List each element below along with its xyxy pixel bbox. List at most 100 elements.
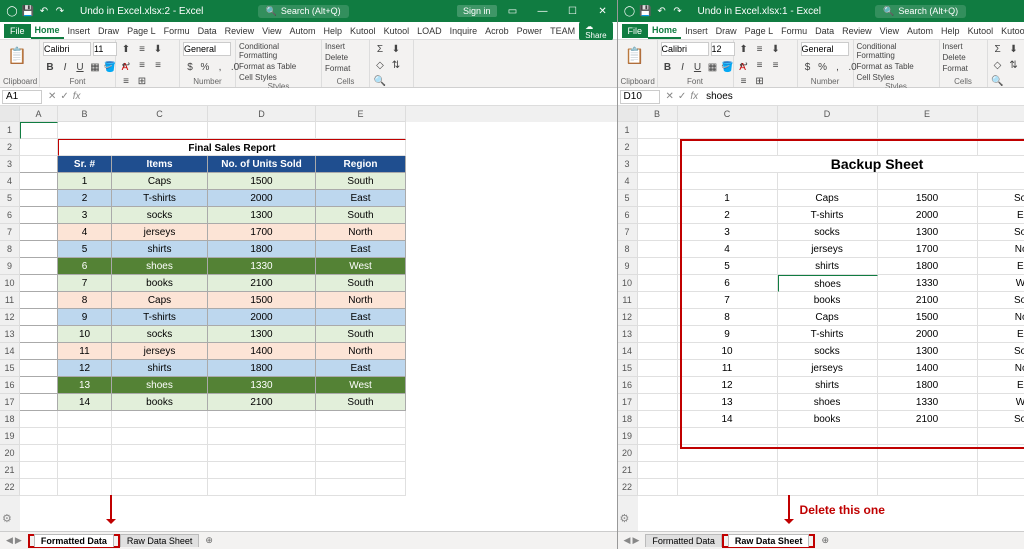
cell[interactable]: [208, 445, 316, 462]
cell[interactable]: [638, 190, 678, 207]
table-cell[interactable]: South: [978, 190, 1024, 207]
cell[interactable]: [112, 479, 208, 496]
table-cell[interactable]: shirts: [778, 377, 878, 394]
table-cell[interactable]: T-shirts: [112, 309, 208, 326]
enter-fx-icon[interactable]: ✓: [678, 91, 686, 102]
italic-button[interactable]: I: [676, 60, 690, 74]
table-cell[interactable]: 11: [678, 360, 778, 377]
cell[interactable]: [20, 428, 58, 445]
save-icon[interactable]: 💾: [22, 5, 34, 17]
col-header[interactable]: C: [678, 106, 778, 122]
row-header[interactable]: 6: [618, 207, 638, 224]
sheet-tab-raw[interactable]: Raw Data Sheet: [120, 534, 200, 547]
cell[interactable]: [20, 360, 58, 377]
table-cell[interactable]: West: [978, 394, 1024, 411]
table-cell[interactable]: 1500: [878, 309, 978, 326]
cell-styles-button[interactable]: Cell Styles: [857, 73, 895, 82]
cell[interactable]: [20, 224, 58, 241]
save-icon[interactable]: 💾: [640, 5, 652, 17]
col-header[interactable]: E: [316, 106, 406, 122]
cell[interactable]: [878, 479, 978, 496]
backup-title[interactable]: Backup Sheet: [678, 156, 1024, 173]
cell[interactable]: [678, 122, 778, 139]
sort-button[interactable]: ⇅: [1007, 58, 1021, 72]
ribbon-tab-data[interactable]: Data: [194, 24, 221, 38]
cell[interactable]: [58, 122, 112, 139]
cell[interactable]: [638, 241, 678, 258]
cancel-fx-icon[interactable]: ✕: [666, 91, 674, 102]
ribbon-tab-review[interactable]: Review: [221, 24, 259, 38]
cell[interactable]: [208, 122, 316, 139]
number-format-select[interactable]: [183, 42, 231, 56]
align-top-button[interactable]: ⬆: [119, 42, 133, 56]
table-cell[interactable]: 12: [58, 360, 112, 377]
currency-button[interactable]: $: [183, 60, 197, 74]
table-cell[interactable]: West: [316, 377, 406, 394]
ribbon-tab-autom[interactable]: Autom: [903, 24, 937, 38]
table-cell[interactable]: shirts: [778, 258, 878, 275]
fill-color-button[interactable]: 🪣: [103, 60, 117, 74]
table-cell[interactable]: South: [316, 173, 406, 190]
table-cell[interactable]: 1330: [208, 377, 316, 394]
underline-button[interactable]: U: [73, 60, 87, 74]
maximize-button[interactable]: ☐: [559, 0, 587, 22]
table-cell[interactable]: West: [978, 275, 1024, 292]
table-cell[interactable]: South: [316, 207, 406, 224]
font-size-select[interactable]: [93, 42, 117, 56]
cell[interactable]: [678, 139, 778, 156]
ribbon-tab-home[interactable]: Home: [648, 23, 681, 39]
table-cell[interactable]: South: [316, 275, 406, 292]
cell[interactable]: [638, 411, 678, 428]
formula-input[interactable]: [702, 91, 1024, 102]
ribbon-tab-insert[interactable]: Insert: [681, 24, 712, 38]
cell[interactable]: [58, 445, 112, 462]
table-header[interactable]: Sr. #: [58, 156, 112, 173]
table-cell[interactable]: socks: [112, 326, 208, 343]
cell[interactable]: [112, 428, 208, 445]
cell[interactable]: [638, 360, 678, 377]
table-cell[interactable]: 2100: [208, 394, 316, 411]
table-cell[interactable]: 10: [58, 326, 112, 343]
table-cell[interactable]: 2: [678, 207, 778, 224]
cell[interactable]: [20, 462, 58, 479]
minimize-button[interactable]: —: [529, 0, 557, 22]
cell[interactable]: [316, 445, 406, 462]
table-cell[interactable]: South: [978, 224, 1024, 241]
table-cell[interactable]: shoes: [112, 377, 208, 394]
ribbon-tab-kutool[interactable]: Kutool: [346, 24, 380, 38]
sheet-nav-next[interactable]: ▶: [15, 535, 22, 546]
col-header[interactable]: D: [208, 106, 316, 122]
table-cell[interactable]: 1300: [208, 326, 316, 343]
table-cell[interactable]: 13: [58, 377, 112, 394]
font-size-select[interactable]: [711, 42, 735, 56]
row-header[interactable]: 19: [0, 428, 20, 445]
table-cell[interactable]: East: [978, 207, 1024, 224]
row-header[interactable]: 1: [0, 122, 20, 139]
cell[interactable]: [638, 207, 678, 224]
undo-icon[interactable]: ↶: [38, 5, 50, 17]
ribbon-tab-inquire[interactable]: Inquire: [446, 24, 482, 38]
table-cell[interactable]: 11: [58, 343, 112, 360]
row-header[interactable]: 21: [0, 462, 20, 479]
cell[interactable]: [208, 428, 316, 445]
cell[interactable]: [638, 292, 678, 309]
cell[interactable]: [316, 462, 406, 479]
select-all-corner[interactable]: [0, 106, 20, 122]
cell[interactable]: [638, 479, 678, 496]
row-header[interactable]: 4: [618, 173, 638, 190]
font-name-select[interactable]: [661, 42, 709, 56]
wrap-text-button[interactable]: ↩: [737, 58, 751, 72]
ribbon-tab-file[interactable]: File: [4, 24, 31, 38]
add-sheet-button[interactable]: ⊕: [815, 535, 835, 546]
table-cell[interactable]: 12: [678, 377, 778, 394]
close-button[interactable]: ✕: [589, 0, 617, 22]
cell[interactable]: [978, 479, 1024, 496]
col-header[interactable]: F: [978, 106, 1024, 122]
add-sheet-button[interactable]: ⊕: [199, 535, 219, 546]
cell[interactable]: [208, 462, 316, 479]
cell[interactable]: [58, 411, 112, 428]
sheet-nav-next[interactable]: ▶: [632, 535, 639, 546]
col-header[interactable]: E: [878, 106, 978, 122]
table-cell[interactable]: East: [316, 309, 406, 326]
table-header[interactable]: Region: [316, 156, 406, 173]
